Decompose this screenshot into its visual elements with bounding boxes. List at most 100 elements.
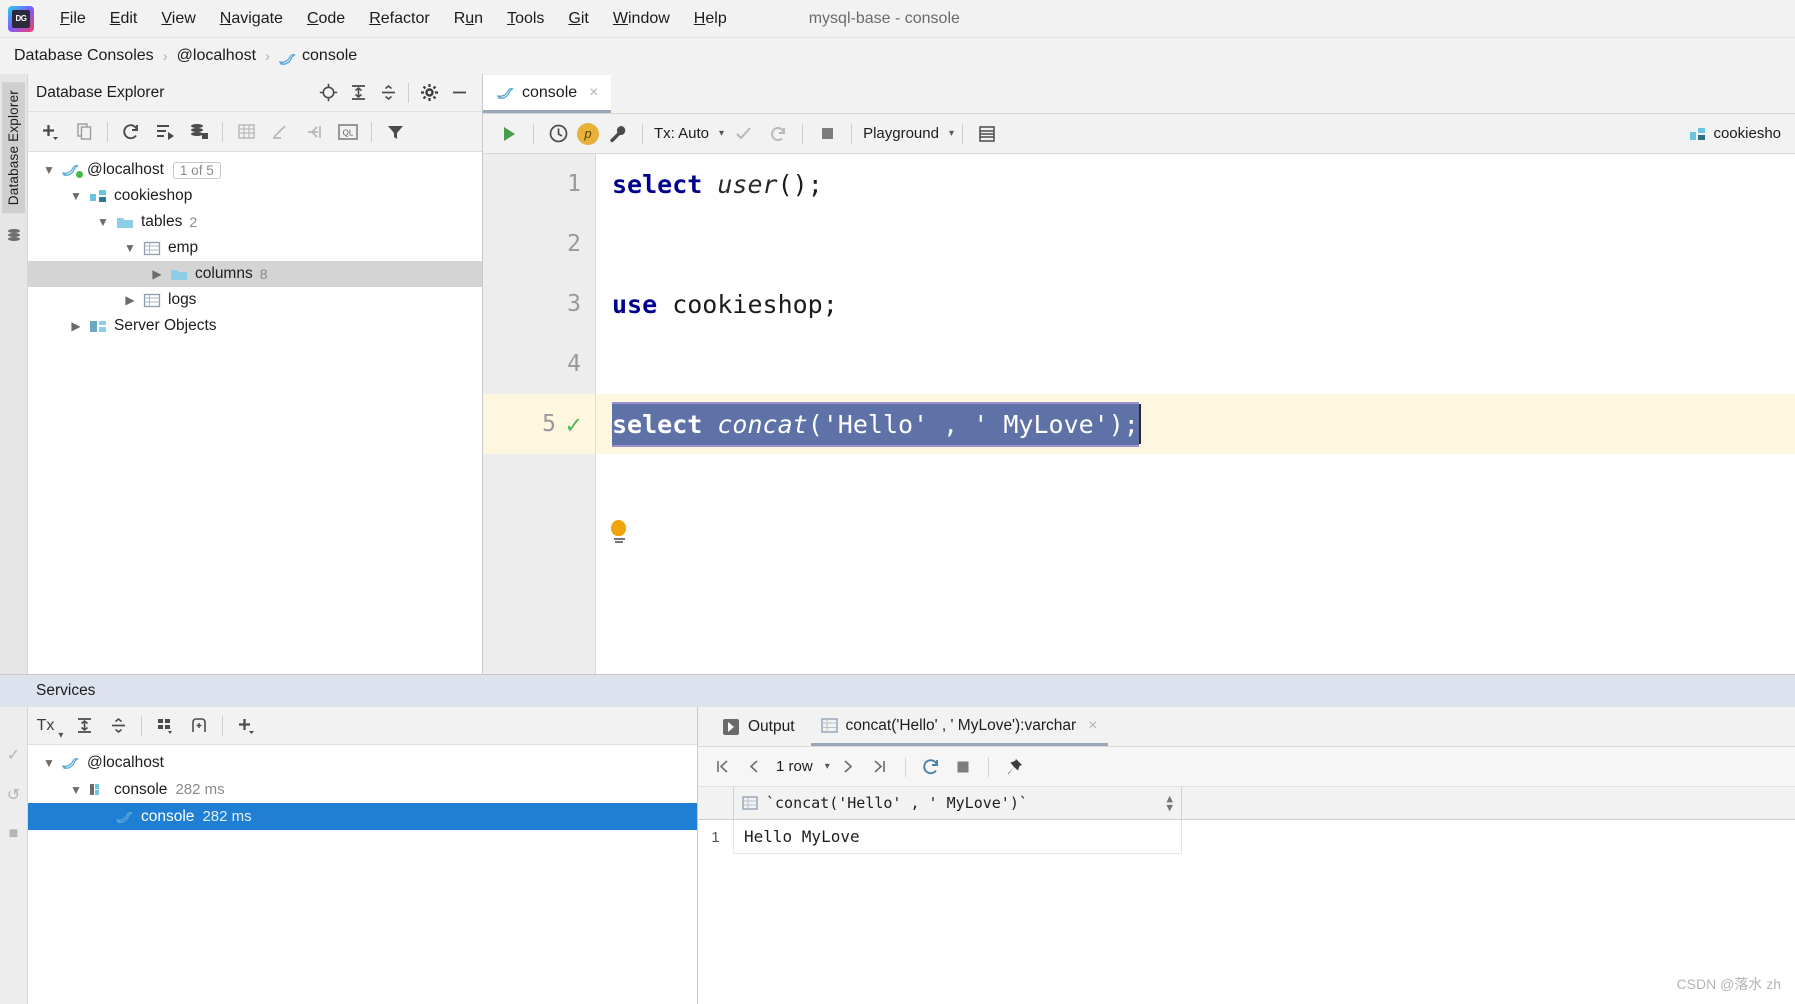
menu-item-code[interactable]: Code (295, 6, 357, 32)
tx-mode-label[interactable]: Tx: Auto (651, 125, 712, 142)
services-node-label: @localhost (87, 753, 164, 771)
grid-cell[interactable]: Hello MyLove (734, 820, 1182, 854)
run-play-icon[interactable] (493, 119, 525, 149)
menu-item-refactor[interactable]: Refactor (357, 6, 441, 32)
services-node--localhost-0[interactable]: ▼ @localhost (28, 749, 697, 776)
chevron-right-icon[interactable]: ▶ (65, 319, 87, 333)
filter-icon[interactable] (379, 117, 411, 147)
settings-gear-icon[interactable] (414, 80, 444, 106)
tree-node-server-objects[interactable]: ▶ Server Objects (28, 313, 482, 339)
menu-item-git[interactable]: Git (556, 6, 600, 32)
stop-icon[interactable]: ■ (9, 825, 19, 843)
rollback-icon[interactable]: ↺ (7, 785, 20, 805)
chevron-down-icon[interactable]: ▼ (65, 783, 87, 797)
commit-check-icon[interactable]: ✓ (7, 745, 20, 765)
tree-node-columns[interactable]: ▶ columns 8 (28, 261, 482, 287)
services-node-console-2[interactable]: console 282 ms (28, 803, 697, 830)
collapse-all-icon[interactable] (373, 80, 403, 106)
code-line-5[interactable]: select concat('Hello' , ' MyLove'); (596, 394, 1795, 454)
menu-item-view[interactable]: View (149, 6, 207, 32)
wrench-icon[interactable] (602, 119, 634, 149)
new-tab-icon[interactable] (183, 711, 215, 741)
table-row[interactable]: 1 Hello MyLove (698, 820, 1795, 854)
lightbulb-icon[interactable] (611, 520, 627, 543)
menu-item-help[interactable]: Help (682, 6, 739, 32)
duplicate-icon[interactable] (68, 117, 100, 147)
results-tab-output[interactable]: Output (712, 708, 805, 746)
chevron-right-icon[interactable]: ▶ (119, 293, 141, 307)
chevron-down-icon[interactable]: ▼ (38, 163, 60, 177)
menu-item-navigate[interactable]: Navigate (208, 6, 295, 32)
database-stack-icon[interactable] (6, 227, 22, 243)
results-grid[interactable]: `concat('Hello' , ' MyLove')` ▲ ▼ 1 Hello… (698, 787, 1795, 1004)
chevron-down-icon[interactable]: ▼ (92, 215, 114, 229)
profile-badge-icon[interactable]: p (577, 122, 599, 145)
code-line-1[interactable]: select user(); (596, 154, 1795, 214)
close-icon[interactable]: × (1088, 717, 1097, 735)
row-count-label[interactable]: 1 row (772, 758, 817, 775)
add-icon[interactable] (230, 711, 262, 741)
tree-node--localhost[interactable]: ▼ @localhost 1 of 5 (28, 157, 482, 183)
chevron-down-icon[interactable]: ▼ (65, 189, 87, 203)
expand-all-icon[interactable] (343, 80, 373, 106)
commit-check-icon[interactable] (727, 119, 759, 149)
tx-icon[interactable]: Tx ▾ (34, 711, 66, 741)
tree-node-cookieshop[interactable]: ▼ cookieshop (28, 183, 482, 209)
menu-item-run[interactable]: Run (442, 6, 495, 32)
code-line-4[interactable] (596, 334, 1795, 394)
stop-icon[interactable] (811, 119, 843, 149)
db-tools-icon[interactable] (183, 117, 215, 147)
statement-success-check-icon[interactable]: ✓ (566, 410, 581, 439)
data-editor-icon[interactable] (230, 117, 262, 147)
tab-console[interactable]: console × (483, 75, 611, 113)
locate-icon[interactable] (313, 80, 343, 106)
vertical-tab-database-explorer[interactable]: Database Explorer (2, 82, 25, 214)
code-editor[interactable]: select user(); use cookieshop; select conc… (596, 154, 1795, 674)
sort-arrows-icon[interactable]: ▲ ▼ (1166, 793, 1173, 813)
menu-item-window[interactable]: Window (601, 6, 682, 32)
rollback-icon[interactable] (762, 119, 794, 149)
chevron-down-icon[interactable]: ▾ (719, 128, 724, 139)
menu-item-tools[interactable]: Tools (495, 6, 556, 32)
prev-page-icon[interactable] (740, 753, 768, 781)
breadcrumb-item-localhost[interactable]: @localhost (177, 47, 256, 65)
breadcrumb-item-database-consoles[interactable]: Database Consoles (14, 47, 154, 65)
chevron-down-icon[interactable]: ▾ (825, 761, 830, 772)
query-console-icon[interactable]: QL (332, 117, 364, 147)
schema-chip[interactable]: cookiesho (1689, 125, 1785, 142)
refresh-icon[interactable] (917, 753, 945, 781)
chevron-down-icon[interactable]: ▾ (949, 128, 954, 139)
chevron-down-icon[interactable]: ▼ (38, 756, 60, 770)
expand-all-icon[interactable] (68, 711, 100, 741)
tree-node-logs[interactable]: ▶ logs (28, 287, 482, 313)
chevron-down-icon[interactable]: ▼ (119, 241, 141, 255)
breadcrumb-item-console[interactable]: console (302, 47, 357, 65)
code-line-2[interactable] (596, 214, 1795, 274)
add-icon[interactable] (34, 117, 66, 147)
pin-icon[interactable] (1000, 753, 1028, 781)
grid-column-header[interactable]: `concat('Hello' , ' MyLove')` ▲ ▼ (734, 787, 1182, 819)
db-table-icon[interactable] (971, 119, 1003, 149)
modify-pencil-icon[interactable] (264, 117, 296, 147)
query-history-icon[interactable] (542, 119, 574, 149)
group-icon[interactable] (149, 711, 181, 741)
jump-to-icon[interactable] (298, 117, 330, 147)
schema-selector-label[interactable]: Playground (860, 125, 942, 142)
services-node-console-1[interactable]: ▼ console 282 ms (28, 776, 697, 803)
tree-node-emp[interactable]: ▼ emp (28, 235, 482, 261)
code-line-3[interactable]: use cookieshop; (596, 274, 1795, 334)
collapse-all-icon[interactable] (102, 711, 134, 741)
menu-item-edit[interactable]: Edit (98, 6, 150, 32)
run-sql-script-icon[interactable] (149, 117, 181, 147)
menu-item-file[interactable]: File (48, 6, 98, 32)
chevron-right-icon[interactable]: ▶ (146, 267, 168, 281)
stop-icon[interactable] (949, 753, 977, 781)
close-icon[interactable]: × (589, 84, 598, 102)
last-page-icon[interactable] (866, 753, 894, 781)
refresh-icon[interactable] (115, 117, 147, 147)
next-page-icon[interactable] (834, 753, 862, 781)
tree-node-tables[interactable]: ▼ tables 2 (28, 209, 482, 235)
first-page-icon[interactable] (708, 753, 736, 781)
hide-panel-icon[interactable] (444, 80, 474, 106)
results-tab-concat-hello-mylove-varchar[interactable]: concat('Hello' , ' MyLove'):varchar × (810, 708, 1108, 746)
